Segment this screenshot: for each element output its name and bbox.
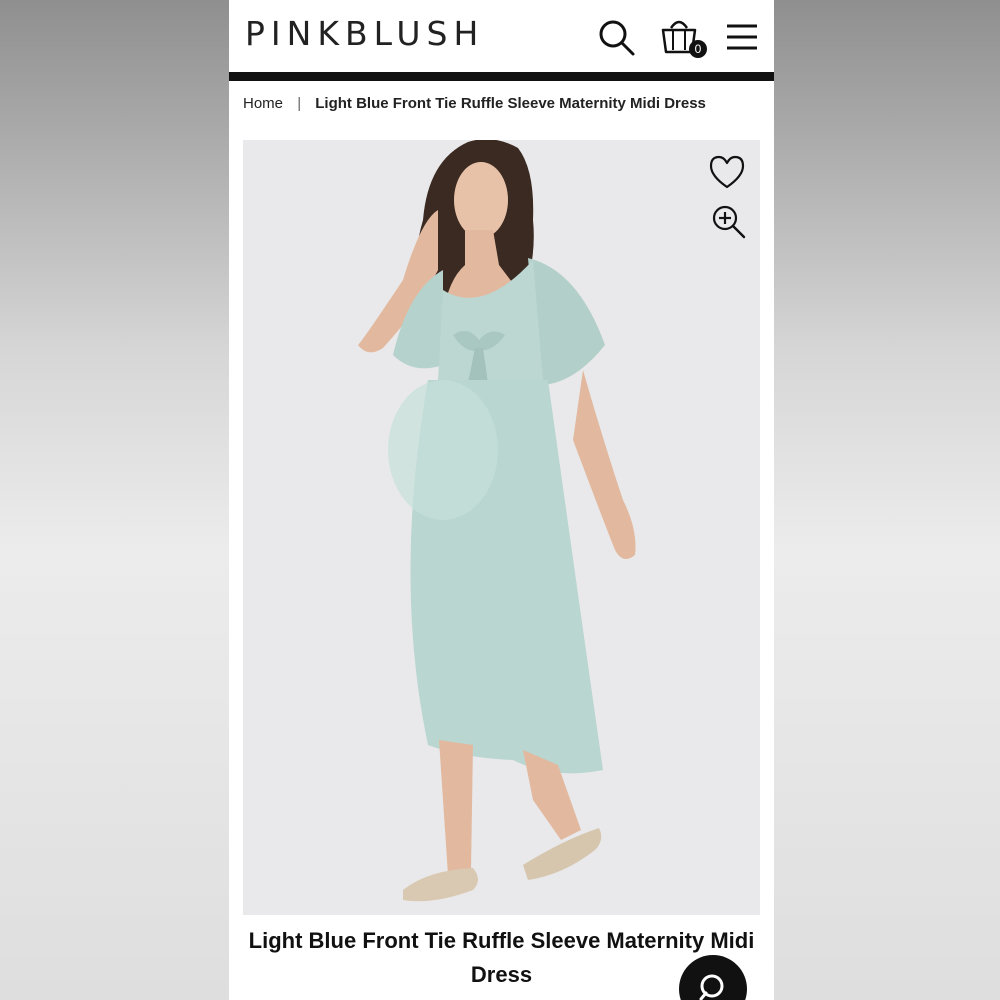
product-photo-illustration — [243, 140, 760, 915]
menu-button[interactable] — [725, 20, 759, 54]
breadcrumb-current-page: Light Blue Front Tie Ruffle Sleeve Mater… — [315, 95, 706, 112]
search-icon — [599, 20, 635, 56]
site-header: PINKBLUSH 0 — [229, 0, 774, 72]
brand-logo[interactable]: PINKBLUSH — [245, 14, 484, 54]
chat-search-icon — [699, 974, 724, 1000]
zoom-in-icon — [712, 205, 746, 239]
cart-count-badge: 0 — [689, 40, 707, 58]
heart-icon — [709, 155, 745, 189]
mobile-page: PINKBLUSH 0 Home | Light Blue Front Tie … — [229, 0, 774, 1000]
product-image[interactable] — [243, 140, 760, 915]
search-button[interactable] — [597, 18, 637, 58]
breadcrumb-home-link[interactable]: Home — [243, 95, 283, 112]
hamburger-menu-icon — [727, 24, 757, 50]
breadcrumb: Home | Light Blue Front Tie Ruffle Sleev… — [243, 95, 763, 117]
breadcrumb-separator: | — [297, 95, 302, 112]
wishlist-button[interactable] — [708, 154, 746, 190]
zoom-button[interactable] — [711, 204, 747, 240]
chat-button[interactable] — [679, 955, 747, 1000]
header-divider — [229, 72, 774, 81]
